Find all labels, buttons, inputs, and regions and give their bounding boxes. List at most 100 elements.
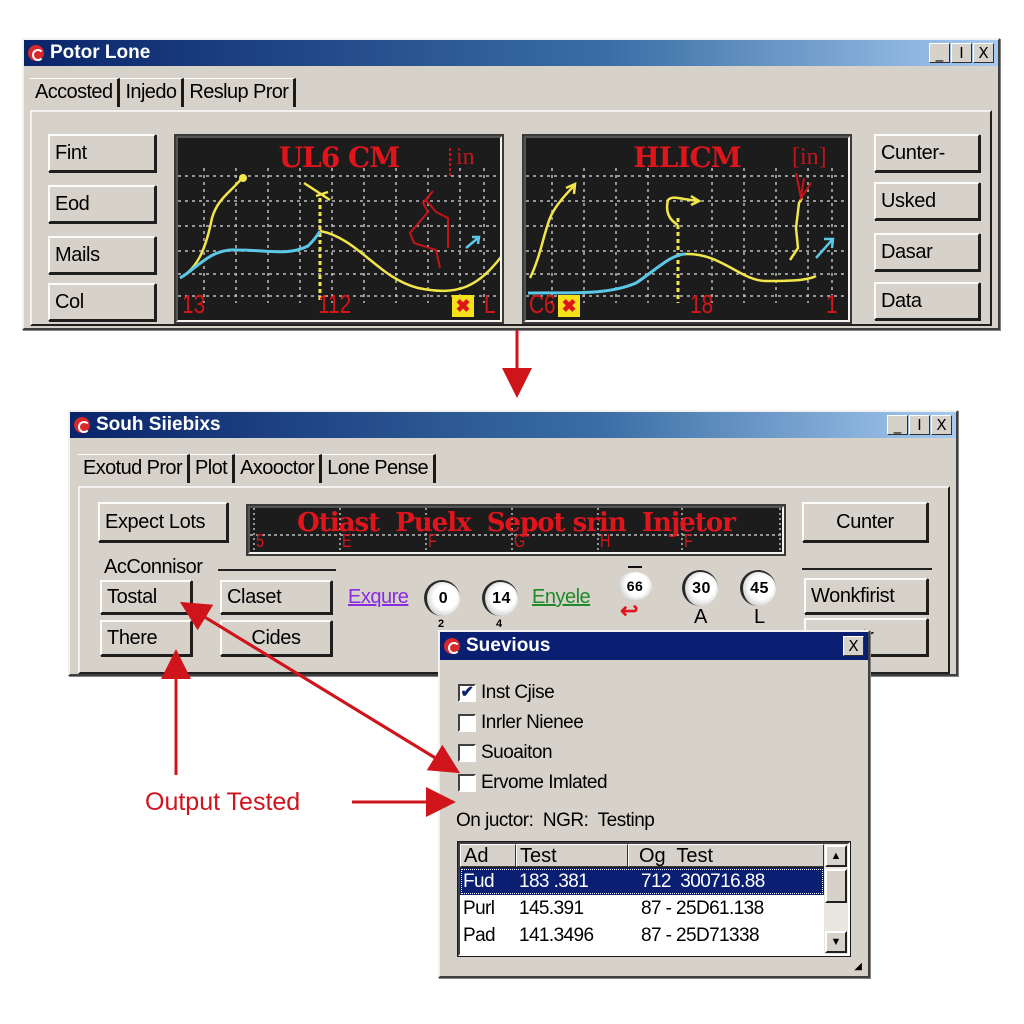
minimize-button[interactable]: _ (929, 43, 950, 63)
warning-icon: ✖ (558, 295, 580, 317)
results-table[interactable]: Ad Test Og Test Fud 183 .381 712 300716.… (457, 841, 851, 957)
tab-strip: Exotud Pror Plot Axooctor Lone Pense (78, 454, 436, 483)
expect-lots-button[interactable]: Expect Lots (98, 502, 228, 542)
timer-handle-icon (628, 566, 642, 568)
claset-button[interactable]: Claset (220, 580, 332, 614)
maximize-button[interactable]: I (951, 43, 972, 63)
checkbox-label: Inst Cjise (481, 682, 555, 703)
gauge-dial[interactable]: 14 (482, 580, 518, 616)
checkbox-ervome-imlated[interactable]: Ervome Imlated (458, 772, 608, 794)
title-bar[interactable]: Souh Siiebixs _ I X (70, 412, 956, 438)
cell-og-test: 712 300716.88 (641, 871, 765, 892)
gauge-dial[interactable]: 0 (424, 580, 460, 616)
usked-button[interactable]: Usked (874, 182, 980, 220)
scope-2-label-right: 1 (826, 289, 838, 319)
cunter-button[interactable]: Cunter- (874, 134, 980, 172)
tostal-button[interactable]: Tostal (100, 580, 192, 614)
trace-endpoint (239, 174, 247, 182)
checkbox-unchecked[interactable] (458, 774, 476, 792)
status-text: On juctor: NGR: Testinp (456, 810, 655, 831)
scope-grid (178, 168, 500, 303)
data-button[interactable]: Data (874, 282, 980, 320)
cell-ad: Purl (463, 898, 495, 919)
scroll-down-icon[interactable]: ▼ (825, 931, 847, 953)
scope-1-label-mid: 112 (318, 289, 352, 319)
return-arrow-icon: ↩ (620, 598, 639, 623)
dasar-button[interactable]: Dasar (874, 233, 980, 271)
tab-reslup-pror[interactable]: Reslup Pror (184, 78, 297, 107)
gauge-label: L (754, 606, 766, 628)
wonkfirist-button[interactable]: Wonkfirist (804, 578, 928, 614)
column-header-test[interactable]: Test (516, 844, 628, 867)
app-icon (444, 638, 460, 654)
cell-og-test: 87 - 25D71338 (641, 925, 760, 946)
scope-2-label-left: C6 (529, 289, 556, 319)
column-header-ad[interactable]: Ad (460, 844, 516, 867)
gauge-label: A (694, 606, 708, 628)
scroll-thumb[interactable] (825, 869, 847, 903)
title-bar[interactable]: Suevious X (440, 632, 868, 660)
gauge-dial[interactable]: 66 (618, 572, 652, 600)
cides-button[interactable]: Cides (220, 620, 332, 656)
checkbox-label: Suoaiton (481, 742, 553, 763)
tab-strip: Accosted Injedo Reslup Pror (30, 78, 297, 107)
col-button[interactable]: Col (48, 283, 156, 321)
trace-cyan-arrow (465, 235, 481, 249)
checkbox-label: Ervome Imlated (481, 772, 608, 793)
column-header-og-test[interactable]: Og Test (628, 844, 824, 867)
dialog-title: Suevious (466, 635, 551, 656)
scope-display-2: HLICM [in] C6 ✖ 18 1 (522, 134, 852, 324)
trace-yellow-mark (303, 181, 331, 202)
banner-display: Otiast Puelx Sepot srin Injetor 5 E F G … (246, 504, 786, 556)
checkbox-inrler-nienee[interactable]: Inrler Nienee (458, 712, 584, 734)
tab-injedo[interactable]: Injedo (120, 78, 185, 107)
banner-marker: E (342, 531, 352, 551)
trace-red-loop (408, 190, 449, 269)
tab-lone-pense[interactable]: Lone Pense (322, 454, 436, 483)
annotation-label: Output Tested (145, 788, 301, 816)
gauge-dial[interactable]: 30 (682, 570, 718, 606)
cunter-button[interactable]: Cunter (802, 502, 928, 542)
cell-test: 141.3496 (519, 925, 594, 946)
minimize-button[interactable]: _ (887, 415, 908, 435)
title-bar[interactable]: Potor Lone _ I X (24, 40, 998, 66)
app-icon (74, 417, 90, 433)
eod-button[interactable]: Eod (48, 185, 156, 223)
close-button[interactable]: X (843, 636, 864, 656)
tab-accosted[interactable]: Accosted (30, 78, 121, 107)
close-button[interactable]: X (973, 43, 994, 63)
window-potor-lone: Potor Lone _ I X Accosted Injedo Reslup … (22, 38, 1000, 330)
enyele-link[interactable]: Enyele (532, 586, 591, 609)
scroll-up-icon[interactable]: ▲ (825, 845, 847, 867)
checkbox-unchecked[interactable] (458, 714, 476, 732)
maximize-button[interactable]: I (909, 415, 930, 435)
resize-grip-icon[interactable]: ◢ (854, 961, 862, 972)
warning-icon: ✖ (452, 295, 474, 317)
mails-button[interactable]: Mails (48, 236, 156, 274)
checkbox-unchecked[interactable] (458, 744, 476, 762)
table-row[interactable]: Fud 183 .381 712 300716.88 (460, 868, 824, 895)
tab-exotud-pror[interactable]: Exotud Pror (78, 454, 191, 483)
there-button[interactable]: There (100, 620, 192, 656)
scope-2-label-mid: 18 (690, 289, 714, 319)
banner-marker: F (428, 531, 437, 551)
table-row[interactable]: Purl 145.391 87 - 25D61.138 (460, 895, 824, 922)
banner-marker: G (514, 531, 526, 551)
trace-yellow-fall (685, 252, 817, 283)
exqure-link[interactable]: Exqure (348, 586, 409, 609)
vertical-scrollbar[interactable]: ▲ ▼ (824, 844, 848, 954)
fint-button[interactable]: Fint (48, 134, 156, 172)
checkbox-suoaiton[interactable]: Suoaiton (458, 742, 553, 764)
tab-axooctor[interactable]: Axooctor (235, 454, 323, 483)
app-icon (28, 45, 44, 61)
checkbox-checked[interactable]: ✔ (458, 684, 476, 702)
cell-ad: Fud (463, 871, 495, 892)
table-row[interactable]: Pad 141.3496 87 - 25D71338 (460, 922, 824, 949)
close-button[interactable]: X (931, 415, 952, 435)
tab-plot[interactable]: Plot (190, 454, 236, 483)
checkbox-inst-cjise[interactable]: ✔ Inst Cjise (458, 682, 555, 704)
window-title: Potor Lone (50, 42, 151, 63)
checkbox-label: Inrler Nienee (481, 712, 584, 733)
trace-cyan-arrow (815, 237, 835, 259)
gauge-dial[interactable]: 45 (740, 570, 776, 606)
